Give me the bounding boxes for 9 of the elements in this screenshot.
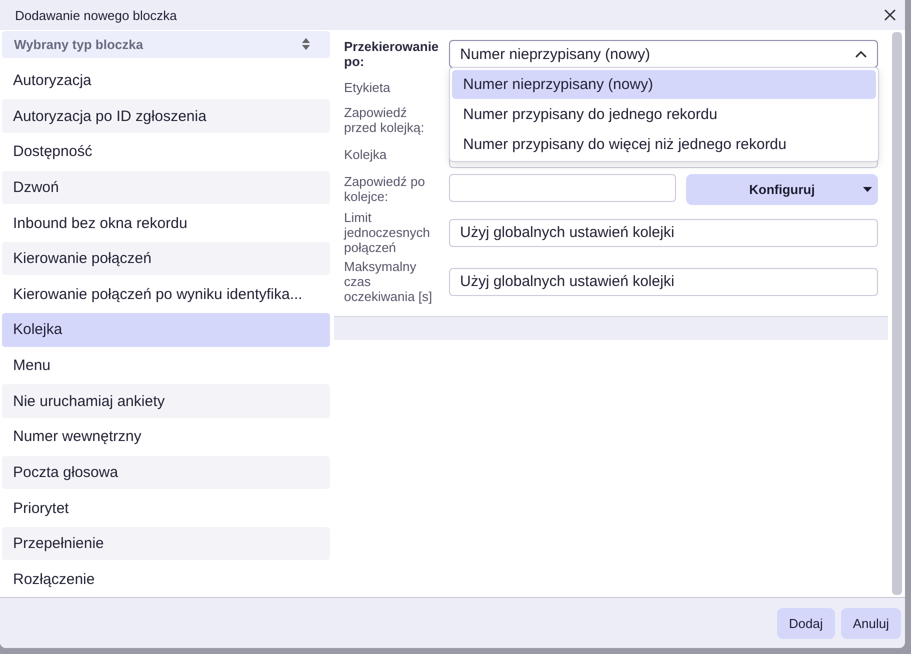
window-title: Dodawanie nowego bloczka [15,8,177,22]
field-label: Kolejka [344,146,388,162]
field-label: Etykieta [344,80,392,94]
field-label: Zapowiedź po kolejce: [344,174,426,204]
field-label: Limit jednoczesnych połączeń [344,210,431,255]
field-label: Maksymalny czas oczekiwania [s] [344,259,434,304]
sidebar-header-label: Wybrany typ bloczka [14,36,144,52]
field-label: Zapowiedź przed kolejką: [344,105,426,135]
field-label: Przekierowanie po: [344,39,440,69]
